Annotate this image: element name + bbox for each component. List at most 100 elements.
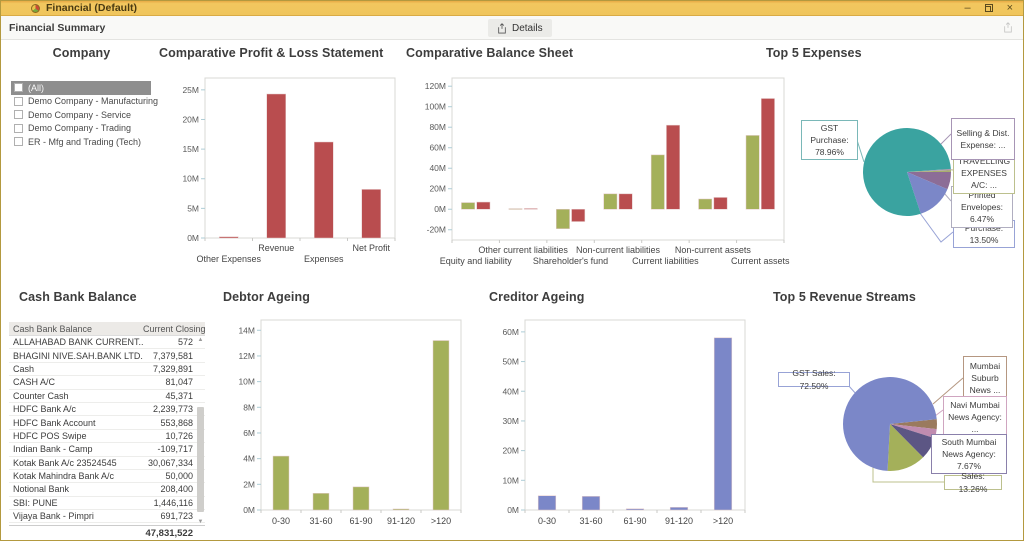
svg-text:10M: 10M	[182, 174, 199, 184]
pie-callout[interactable]: Selling & Dist. Expense: ...	[951, 118, 1015, 160]
company-list: (All)Demo Company - ManufacturingDemo Co…	[11, 81, 151, 149]
table-row[interactable]: CASH A/C81,047	[9, 376, 205, 389]
details-label: Details	[512, 23, 543, 34]
checkbox[interactable]	[14, 110, 23, 119]
table-row[interactable]: HDFC Bank Account553,868	[9, 416, 205, 429]
svg-text:20M: 20M	[429, 184, 446, 194]
app-icon	[31, 4, 40, 13]
balance-title: Comparative Balance Sheet	[406, 46, 791, 60]
account-name: ALLAHABAD BANK CURRENT...	[9, 337, 143, 347]
debtor-title: Debtor Ageing	[221, 290, 471, 304]
company-item[interactable]: Demo Company - Service	[11, 108, 151, 122]
account-name: Counter Cash	[9, 391, 143, 401]
cash-panel: Cash Bank Balance Cash Bank Balance Curr…	[9, 290, 209, 540]
window-title: Financial (Default)	[46, 2, 964, 14]
account-name: BHAGINI NIVE.SAH.BANK LTD.	[9, 351, 143, 361]
titlebar[interactable]: Financial (Default) – ×	[1, 1, 1023, 16]
account-name: Cash	[9, 364, 143, 374]
checkbox[interactable]	[14, 97, 23, 106]
table-row[interactable]: SBI: PUNE1,446,116	[9, 497, 205, 510]
restore-icon[interactable]	[985, 4, 993, 12]
table-row[interactable]: ALLAHABAD BANK CURRENT...572	[9, 336, 205, 349]
svg-text:50M: 50M	[502, 357, 519, 367]
table-row[interactable]: Indian Bank - Camp-109,717	[9, 443, 205, 456]
checkbox[interactable]	[14, 137, 23, 146]
balance-chart[interactable]: -20M0M20M40M60M80M100M120MEquity and lia…	[418, 72, 792, 272]
svg-text:20M: 20M	[182, 114, 199, 124]
company-item-label: Demo Company - Service	[28, 110, 131, 120]
svg-text:4M: 4M	[243, 454, 255, 464]
company-item[interactable]: Demo Company - Trading	[11, 122, 151, 136]
company-item[interactable]: Demo Company - Manufacturing	[11, 95, 151, 109]
table-row[interactable]: Kotak Mahindra Bank A/c50,000	[9, 470, 205, 483]
account-name: Kotak Bank A/c 23524545	[9, 458, 143, 468]
svg-text:0-30: 0-30	[538, 516, 556, 526]
svg-text:31-60: 31-60	[309, 516, 332, 526]
balance-panel: Comparative Balance Sheet -20M0M20M40M60…	[406, 46, 791, 282]
svg-text:Shareholder's fund: Shareholder's fund	[533, 256, 608, 266]
pnl-chart[interactable]: 0M5M10M15M20M25MOther ExpensesRevenueExp…	[171, 72, 403, 270]
pie-callout[interactable]: Navi Mumbai News Agency: ...	[943, 396, 1007, 438]
svg-text:Other current liabilities: Other current liabilities	[478, 245, 568, 255]
pie-callout[interactable]: Mumbai Suburb News ...	[963, 356, 1007, 400]
svg-text:120M: 120M	[425, 81, 446, 91]
checkbox[interactable]	[14, 124, 23, 133]
company-item[interactable]: ER - Mfg and Trading (Tech)	[11, 135, 151, 149]
svg-text:61-90: 61-90	[623, 516, 646, 526]
table-total-row: 47,831,522	[9, 525, 205, 541]
details-button[interactable]: Details	[488, 19, 552, 37]
dashboard: Company (All) Demo Company - Manufacturin…	[1, 40, 1023, 540]
scroll-up-icon[interactable]: ▲	[196, 337, 205, 343]
svg-text:0-30: 0-30	[272, 516, 290, 526]
svg-text:0M: 0M	[507, 505, 519, 515]
svg-text:>120: >120	[713, 516, 733, 526]
svg-text:10M: 10M	[238, 377, 255, 387]
account-name: Kotak Mahindra Bank A/c	[9, 471, 143, 481]
svg-text:40M: 40M	[502, 386, 519, 396]
table-row[interactable]: Kotak Bank A/c 2352454530,067,334	[9, 457, 205, 470]
table-scrollbar[interactable]: ▲ ▼	[196, 337, 205, 525]
svg-text:Net Profit: Net Profit	[352, 243, 390, 253]
pie-callout[interactable]: South Mumbai News Agency: 7.67%	[931, 434, 1007, 474]
svg-text:0M: 0M	[243, 505, 255, 515]
company-item-label: (All)	[28, 83, 44, 93]
col-header: Cash Bank Balance	[9, 324, 143, 334]
account-name: HDFC Bank A/c	[9, 404, 143, 414]
app-window: Financial (Default) – × Financial Summar…	[0, 0, 1024, 541]
minimize-icon[interactable]: –	[964, 2, 970, 15]
debtor-chart[interactable]: 0M2M4M6M8M10M12M14M0-3031-6061-9091-120>…	[227, 314, 469, 536]
svg-text:80M: 80M	[429, 122, 446, 132]
svg-text:25M: 25M	[182, 85, 199, 95]
pie-callout[interactable]: GST Purchase: 78.96%	[801, 120, 858, 160]
svg-text:Current liabilities: Current liabilities	[632, 256, 699, 266]
table-row[interactable]: Notional Bank208,400	[9, 483, 205, 496]
export-icon[interactable]	[1003, 20, 1013, 38]
svg-text:6M: 6M	[243, 428, 255, 438]
company-item[interactable]: (All)	[11, 81, 151, 95]
table-row[interactable]: Cash7,329,891	[9, 363, 205, 376]
pie-callout[interactable]: Sales: 13.26%	[944, 475, 1002, 490]
table-row[interactable]: HDFC POS Swipe10,726	[9, 430, 205, 443]
svg-text:61-90: 61-90	[349, 516, 372, 526]
creditor-chart[interactable]: 0M10M20M30M40M50M60M0-3031-6061-9091-120…	[491, 314, 753, 536]
checkbox[interactable]	[14, 83, 23, 92]
svg-text:12M: 12M	[238, 351, 255, 361]
table-row[interactable]: Counter Cash45,371	[9, 390, 205, 403]
scroll-thumb[interactable]	[197, 407, 204, 512]
company-title: Company	[9, 46, 154, 60]
close-icon[interactable]: ×	[1007, 2, 1013, 15]
pie-callout[interactable]: GST Sales: 72.50%	[778, 372, 850, 387]
account-name: SBI: PUNE	[9, 498, 143, 508]
toolbar: Financial Summary Details	[1, 16, 1023, 40]
col-header: Current Closing	[143, 324, 205, 334]
table-row[interactable]: Vijaya Bank - Pimpri691,723	[9, 510, 205, 523]
table-row[interactable]: BHAGINI NIVE.SAH.BANK LTD.7,379,581	[9, 349, 205, 362]
table-row[interactable]: HDFC Bank A/c2,239,773	[9, 403, 205, 416]
table-header: Cash Bank Balance Current Closing	[9, 322, 205, 336]
svg-text:40M: 40M	[429, 163, 446, 173]
svg-text:-20M: -20M	[427, 225, 446, 235]
scroll-down-icon[interactable]: ▼	[196, 519, 205, 525]
creditor-panel: Creditor Ageing 0M10M20M30M40M50M60M0-30…	[487, 290, 755, 540]
creditor-title: Creditor Ageing	[487, 290, 755, 304]
svg-text:14M: 14M	[238, 325, 255, 335]
